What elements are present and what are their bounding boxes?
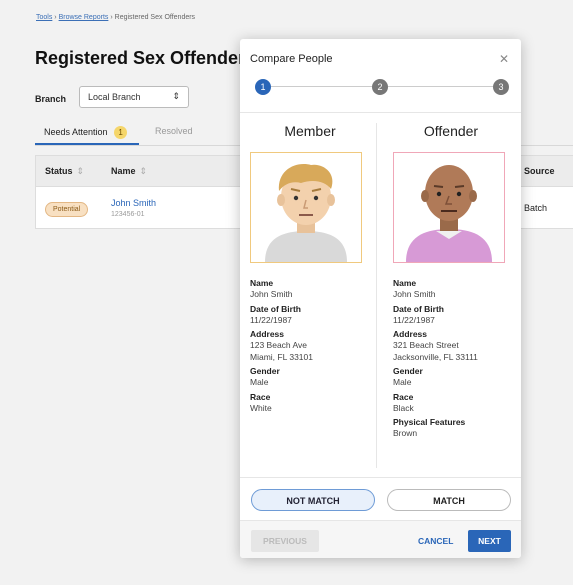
column-header-status[interactable]: Status ⇕ xyxy=(45,166,84,177)
tab-bar: Needs Attention 1 Resolved xyxy=(35,124,255,145)
select-caret-icon: ⇕ xyxy=(172,91,180,101)
match-button[interactable]: MATCH xyxy=(387,489,511,511)
compare-people-modal: Compare People ✕ 1 2 3 Member Offender N… xyxy=(240,39,521,558)
step-1-indicator: 1 xyxy=(255,79,271,95)
cancel-button[interactable]: CANCEL xyxy=(418,536,453,546)
tab-needs-attention[interactable]: Needs Attention 1 xyxy=(44,126,128,139)
member-name-label: Name xyxy=(250,278,274,288)
column-header-source[interactable]: Source xyxy=(524,166,555,176)
member-gender-label: Gender xyxy=(250,366,280,376)
column-header-name-label: Name xyxy=(111,166,136,176)
page-title: Registered Sex Offenders xyxy=(35,48,256,68)
tab-needs-attention-label: Needs Attention xyxy=(44,127,108,137)
offender-avatar-illustration xyxy=(394,153,504,262)
branch-label: Branch xyxy=(35,94,67,104)
member-avatar-illustration xyxy=(251,153,361,262)
offender-name-label: Name xyxy=(393,278,417,288)
offender-address-line1: 321 Beach Street xyxy=(393,340,459,350)
offender-address-label: Address xyxy=(393,329,428,339)
step-3-indicator: 3 xyxy=(493,79,509,95)
modal-header-divider xyxy=(240,112,521,113)
member-photo xyxy=(250,152,362,263)
column-header-name[interactable]: Name ⇕ xyxy=(111,166,147,177)
column-header-status-label: Status xyxy=(45,166,73,176)
offender-race-label: Race xyxy=(393,391,414,402)
sort-icon: ⇕ xyxy=(76,166,85,176)
member-race-label: Race xyxy=(250,391,271,402)
column-header-source-label: Source xyxy=(524,166,555,176)
offender-details: Name John Smith Date of Birth 11/22/1987… xyxy=(393,275,518,440)
modal-title: Compare People xyxy=(250,53,333,65)
breadcrumb-current: Registered Sex Offenders xyxy=(114,14,196,21)
offender-dob-value: 11/22/1987 xyxy=(393,314,435,325)
step-2-indicator: 2 xyxy=(372,79,388,95)
breadcrumb-separator: › xyxy=(54,14,57,21)
offender-dob-label: Date of Birth xyxy=(393,303,444,314)
branch-select[interactable]: Local Branch ⇕ xyxy=(79,86,189,108)
offender-race-value: Black xyxy=(393,402,414,413)
member-gender-value: Male xyxy=(250,377,269,387)
breadcrumb-tools-link[interactable]: Tools xyxy=(36,14,52,21)
offender-photo xyxy=(393,152,505,263)
member-details: Name John Smith Date of Birth 11/22/1987… xyxy=(250,275,375,414)
offender-physical-features-label: Physical Features xyxy=(393,417,466,427)
stepper-connector xyxy=(388,86,493,87)
member-race-value: White xyxy=(250,402,272,413)
breadcrumb-separator: › xyxy=(110,14,113,21)
breadcrumb: Tools › Browse Reports › Registered Sex … xyxy=(36,14,195,21)
offender-heading: Offender xyxy=(423,123,479,139)
member-address-line1: 123 Beach Ave xyxy=(250,340,308,350)
not-match-button[interactable]: NOT MATCH xyxy=(251,489,375,511)
tab-resolved[interactable]: Resolved xyxy=(155,126,193,136)
next-button[interactable]: NEXT xyxy=(468,530,511,552)
previous-button[interactable]: PREVIOUS xyxy=(251,530,319,552)
sort-icon: ⇕ xyxy=(139,166,148,176)
member-address-line2: Miami, FL 33101 xyxy=(250,351,313,362)
member-address-label: Address xyxy=(250,329,285,339)
actions-divider xyxy=(240,477,521,478)
close-icon[interactable]: ✕ xyxy=(499,52,509,66)
status-badge: Potential xyxy=(45,202,89,217)
stepper-connector xyxy=(271,86,372,87)
member-heading: Member xyxy=(284,123,336,139)
offender-gender-label: Gender xyxy=(393,366,423,376)
member-dob-label: Date of Birth xyxy=(250,303,301,314)
branch-select-value: Local Branch xyxy=(88,92,141,102)
offender-address-line2: Jacksonville, FL 33111 xyxy=(393,351,478,362)
column-divider xyxy=(376,123,377,468)
modal-footer: PREVIOUS CANCEL NEXT xyxy=(240,520,521,558)
offender-gender-value: Male xyxy=(393,377,412,387)
table-row-source: Batch xyxy=(524,203,548,213)
member-dob-value: 11/22/1987 xyxy=(250,314,292,325)
stepper: 1 2 3 xyxy=(250,77,512,97)
tab-count-badge: 1 xyxy=(114,126,128,139)
member-name-value: John Smith xyxy=(250,289,293,299)
table-row-id: 123456-01 xyxy=(111,211,145,218)
offender-name-value: John Smith xyxy=(393,289,436,299)
table-row-name-link[interactable]: John Smith xyxy=(111,198,156,208)
breadcrumb-browse-reports-link[interactable]: Browse Reports xyxy=(59,14,109,21)
offender-physical-features-value: Brown xyxy=(393,428,418,438)
